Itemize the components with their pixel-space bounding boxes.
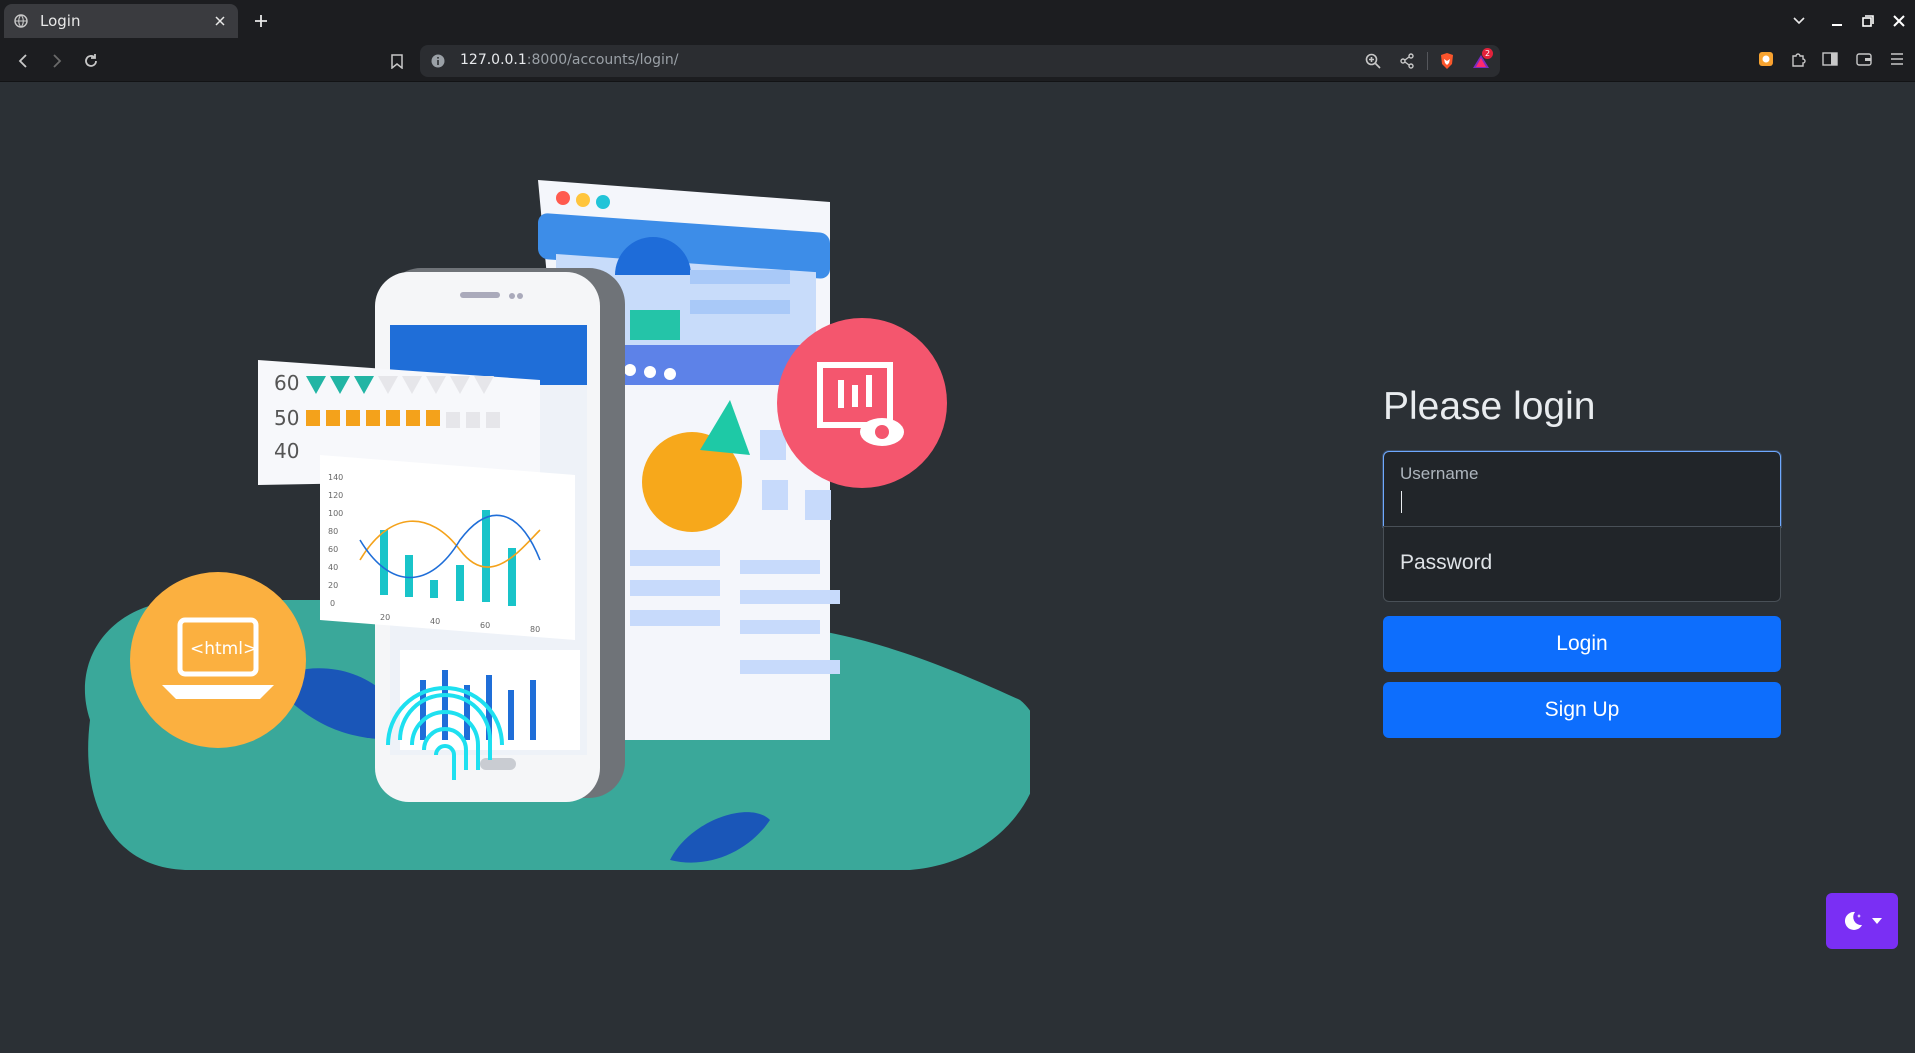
reload-icon[interactable]	[80, 50, 102, 72]
password-label: Password	[1400, 551, 1493, 574]
new-tab-icon[interactable]	[250, 10, 272, 32]
bar-label-40: 40	[274, 439, 299, 463]
y-tick-80: 80	[328, 527, 338, 536]
toolbar-divider	[1427, 52, 1428, 70]
close-tab-icon[interactable]	[212, 13, 228, 29]
tab-strip: Login	[0, 0, 1915, 40]
html-badge-text: <html>	[190, 639, 257, 659]
login-form: Please login Username Password Login Sig…	[1383, 385, 1781, 738]
hero-illustration: 60 50 40 140 120 100 80 60 40 20 0 20 40…	[85, 180, 1030, 870]
restore-icon[interactable]	[1857, 10, 1879, 32]
signup-button[interactable]: Sign Up	[1383, 682, 1781, 738]
analytics-badge	[777, 318, 947, 488]
extension-orange-icon[interactable]	[1757, 50, 1775, 68]
browser-toolbar: 127.0.0.1:8000/accounts/login/ 2	[0, 40, 1915, 82]
globe-icon	[14, 13, 30, 29]
y-tick-120: 120	[328, 491, 343, 500]
zoom-icon[interactable]	[1364, 52, 1382, 70]
username-field[interactable]: Username	[1383, 451, 1781, 527]
text-caret	[1401, 491, 1402, 513]
site-info-icon[interactable]	[430, 53, 446, 69]
x-tick-80: 80	[530, 625, 540, 634]
notification-badge: 2	[1482, 48, 1493, 59]
url-text[interactable]: 127.0.0.1:8000/accounts/login/	[460, 52, 678, 68]
password-field[interactable]: Password	[1383, 526, 1781, 602]
theme-toggle-button[interactable]	[1826, 893, 1898, 949]
tab-title: Login	[40, 12, 81, 30]
login-button[interactable]: Login	[1383, 616, 1781, 672]
url-path: :8000/accounts/login/	[526, 52, 679, 68]
brave-shields-icon[interactable]	[1438, 52, 1456, 70]
y-tick-40: 40	[328, 563, 338, 572]
login-heading: Please login	[1383, 385, 1596, 428]
caret-down-icon	[1872, 918, 1882, 924]
tab-login[interactable]: Login	[4, 4, 238, 38]
y-tick-0: 0	[330, 599, 335, 608]
bar-label-60: 60	[274, 371, 299, 395]
y-tick-60: 60	[328, 545, 338, 554]
chart-card: 140 120 100 80 60 40 20 0 20 40 60 80	[320, 455, 575, 640]
y-tick-20: 20	[328, 581, 338, 590]
laptop-badge: <html>	[130, 572, 306, 748]
menu-icon[interactable]	[1888, 50, 1906, 68]
sidebar-icon[interactable]	[1821, 50, 1839, 68]
bar-label-50: 50	[274, 406, 299, 430]
x-tick-40: 40	[430, 617, 440, 626]
wallet-icon[interactable]	[1855, 50, 1873, 68]
moon-stars-icon	[1844, 911, 1862, 930]
close-window-icon[interactable]	[1888, 10, 1910, 32]
tab-list-chevron-icon[interactable]	[1788, 10, 1810, 32]
url-host: 127.0.0.1	[460, 52, 527, 68]
extensions-puzzle-icon[interactable]	[1789, 50, 1807, 68]
brave-rewards-icon[interactable]: 2	[1472, 48, 1493, 70]
x-tick-20: 20	[380, 613, 390, 622]
forward-icon[interactable]	[46, 50, 68, 72]
address-bar[interactable]: 127.0.0.1:8000/accounts/login/ 2	[420, 45, 1500, 77]
y-tick-100: 100	[328, 509, 343, 518]
back-icon[interactable]	[12, 50, 34, 72]
minimize-icon[interactable]	[1826, 10, 1848, 32]
username-label: Username	[1400, 464, 1479, 483]
bookmark-icon[interactable]	[386, 50, 408, 72]
share-icon[interactable]	[1398, 52, 1416, 70]
x-tick-60: 60	[480, 621, 490, 630]
y-tick-140: 140	[328, 473, 343, 482]
